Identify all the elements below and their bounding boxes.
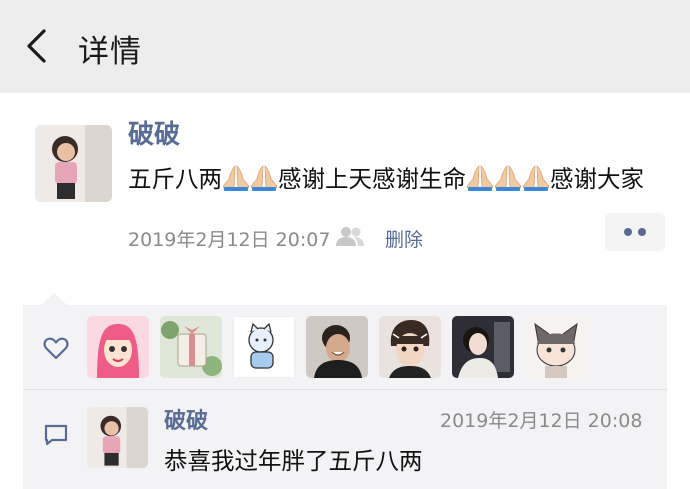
- comment-author-name[interactable]: 破破: [164, 403, 208, 435]
- post-author-name[interactable]: 破破: [128, 114, 180, 151]
- post-timestamp: 2019年2月12日 20:07: [128, 229, 331, 251]
- navigation-bar: 详情: [0, 0, 690, 93]
- post-content: 五斤八两 感谢上天感谢生命 感谢大家: [128, 160, 644, 194]
- delete-button[interactable]: 删除: [385, 225, 423, 252]
- post-content-part2: 感谢上天感谢生命: [278, 165, 466, 193]
- praying-hands-icon: [249, 163, 279, 191]
- like-avatar-pink-hair-girl[interactable]: [87, 316, 149, 378]
- post-content-part1: 五斤八两: [128, 165, 222, 193]
- like-avatar-laughing-man[interactable]: [306, 316, 368, 378]
- praying-hands-icon: [493, 163, 523, 191]
- group-icon: [336, 227, 364, 246]
- like-avatar-girl-in-car[interactable]: [452, 316, 514, 378]
- divider: [23, 389, 667, 390]
- comment-icon: [44, 424, 68, 446]
- like-avatar-gift-box[interactable]: [160, 316, 222, 378]
- like-avatar-cartoon-cat-drawing[interactable]: [233, 316, 295, 378]
- heart-icon: [43, 337, 69, 360]
- more-dots-icon[interactable]: [605, 213, 665, 251]
- praying-hands-icon: [221, 163, 251, 191]
- page-title: 详情: [78, 34, 142, 70]
- like-avatar-boy-with-earphones[interactable]: [379, 316, 441, 378]
- chevron-left-icon[interactable]: [24, 28, 50, 64]
- like-avatar-cartoon-cat-boy[interactable]: [525, 316, 587, 378]
- comment-timestamp: 2019年2月12日 20:08: [440, 410, 643, 432]
- post-author-avatar[interactable]: [35, 125, 112, 202]
- post-content-part3: 感谢大家: [550, 165, 644, 193]
- comment-text[interactable]: 恭喜我过年胖了五斤八两: [164, 442, 423, 476]
- praying-hands-icon: [465, 163, 495, 191]
- comment-author-avatar[interactable]: [87, 407, 148, 468]
- praying-hands-icon: [521, 163, 551, 191]
